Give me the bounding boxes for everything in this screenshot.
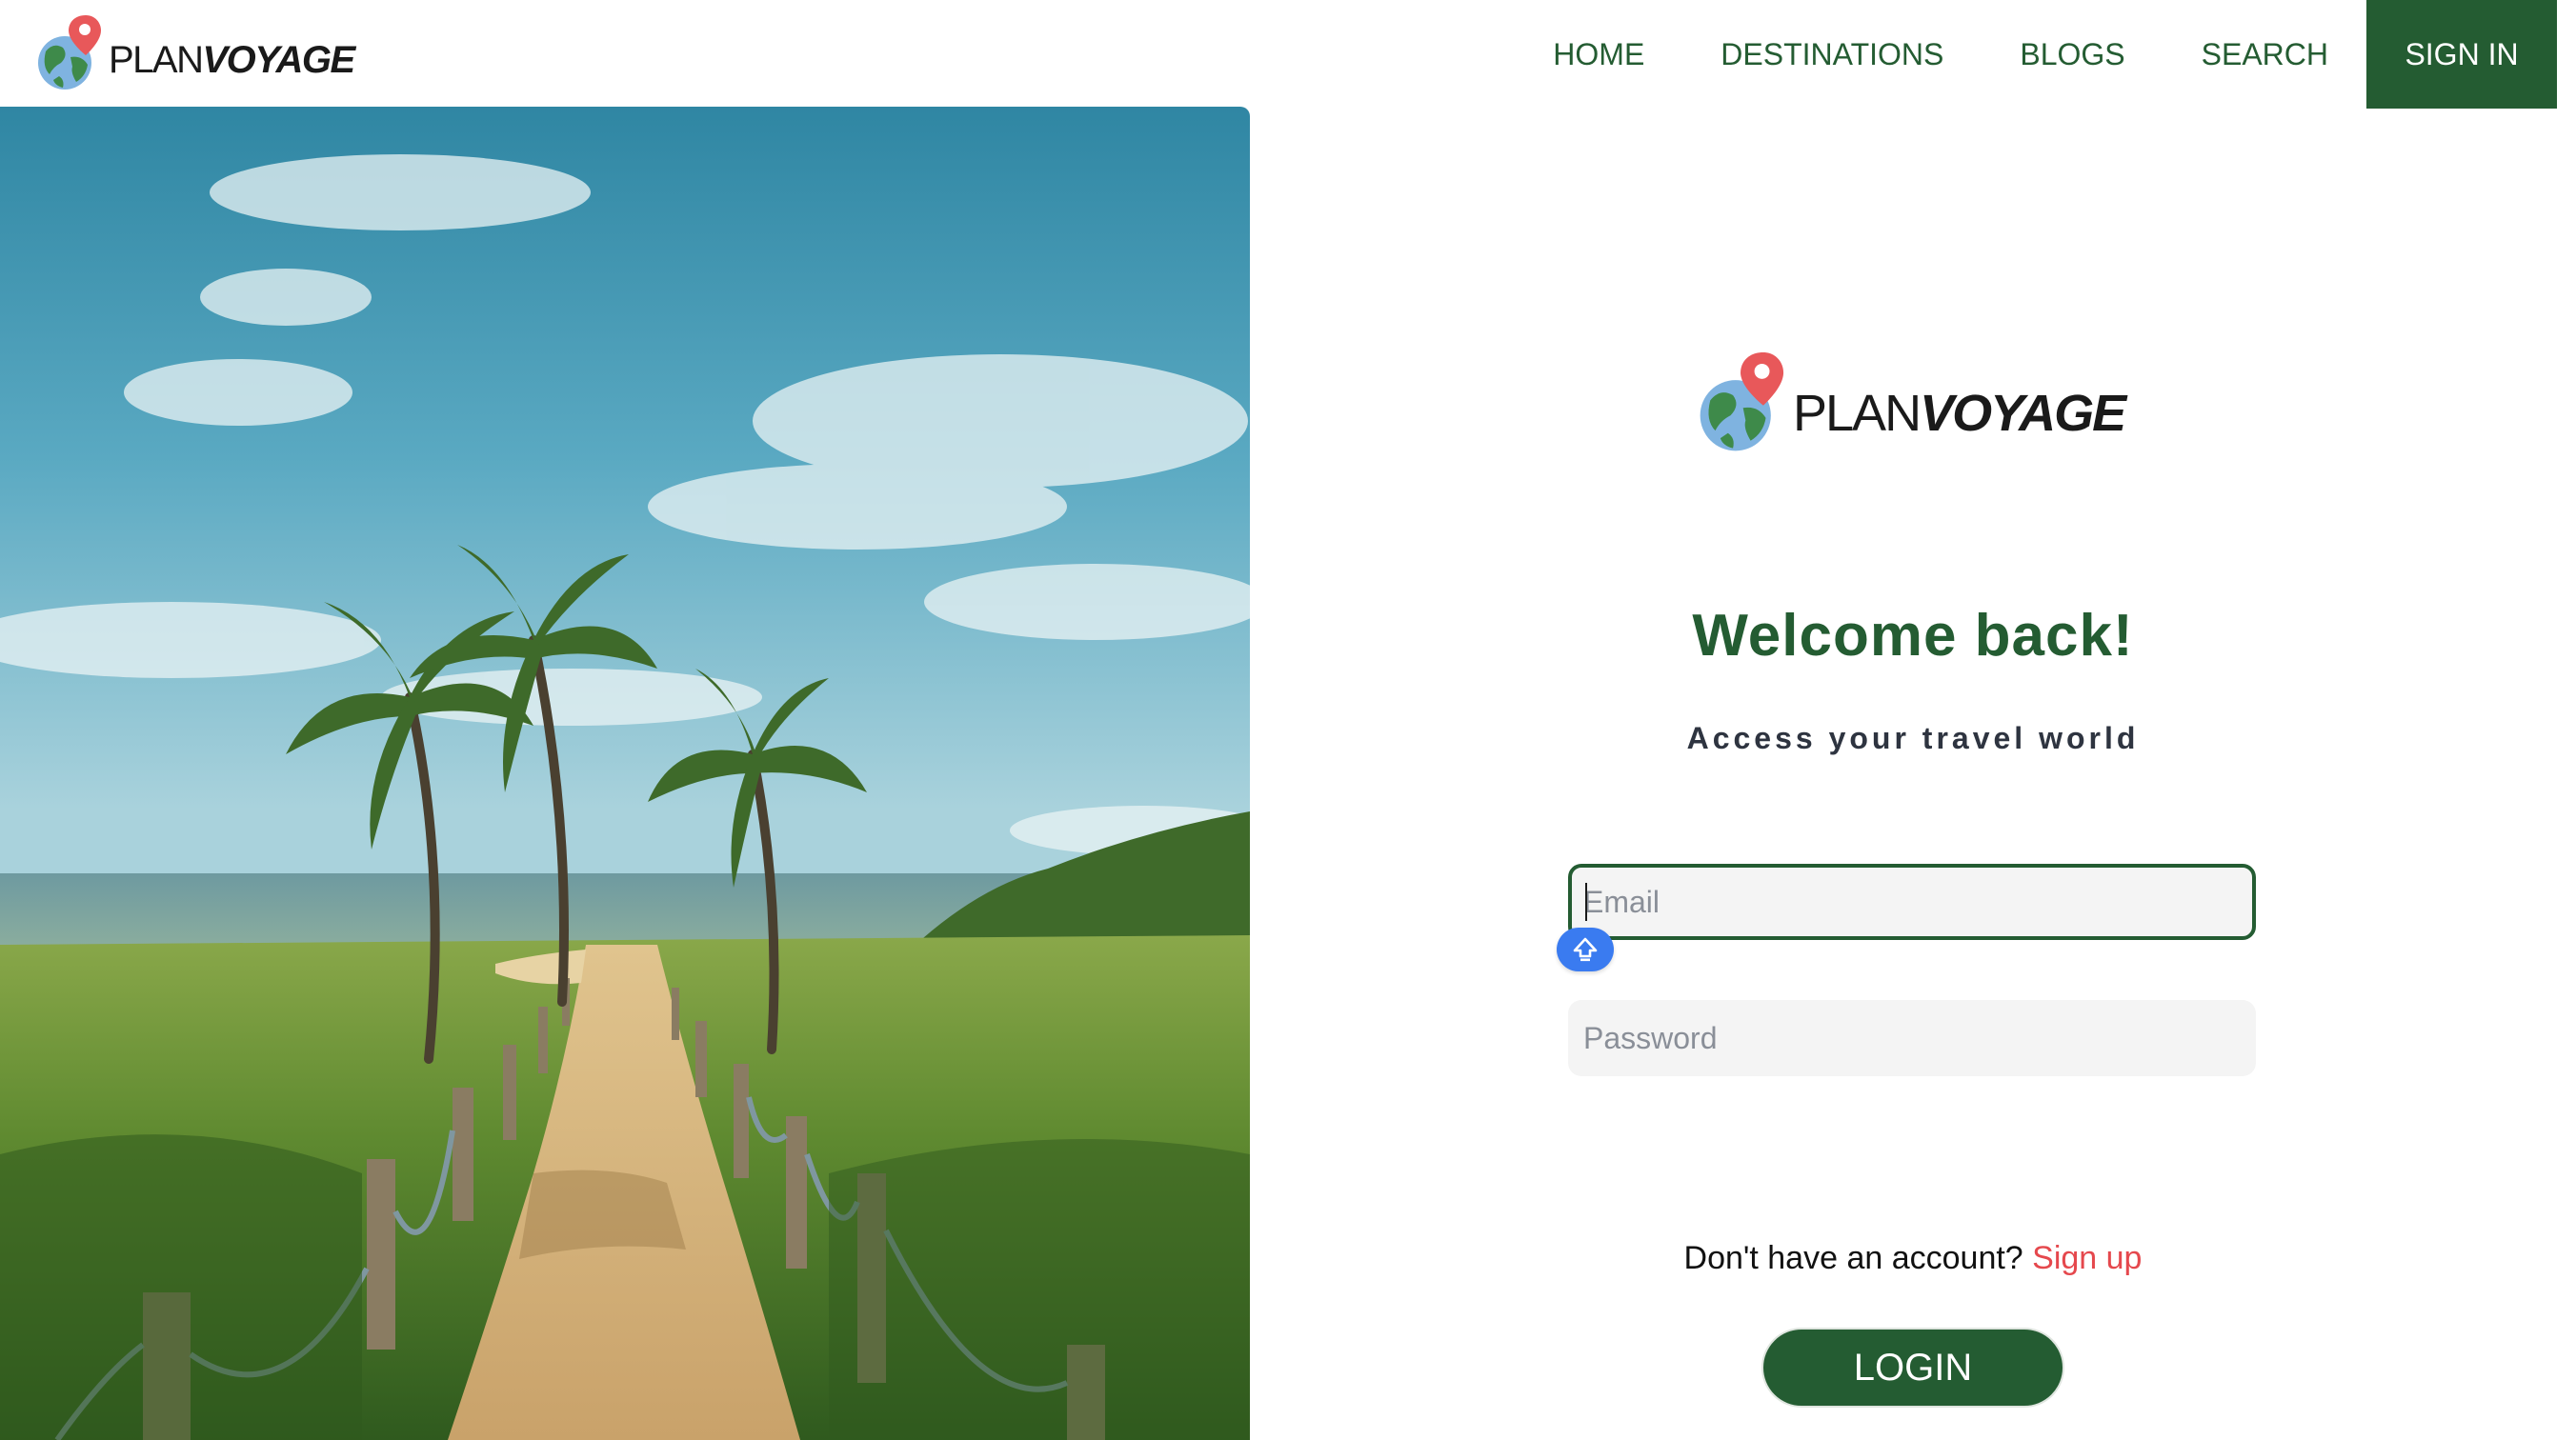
main-nav: HOME DESTINATIONS BLOGS SEARCH SIGN IN	[1553, 0, 2557, 109]
password-field[interactable]	[1568, 1000, 2256, 1076]
caps-lock-arrow-icon	[1557, 928, 1614, 971]
sign-up-link[interactable]: Sign up	[2032, 1240, 2142, 1276]
globe-map-pin-icon	[38, 15, 101, 90]
nav-sign-in-button[interactable]: SIGN IN	[2366, 0, 2557, 109]
signup-prompt: Don't have an account? Sign up	[1250, 1240, 2576, 1277]
login-brand-logo: PLANVOYAGE	[1698, 350, 2126, 456]
hero-beach-image	[0, 107, 1250, 1440]
nav-home[interactable]: HOME	[1553, 37, 1644, 72]
nav-search[interactable]: SEARCH	[2202, 37, 2328, 72]
login-panel: PLANVOYAGE Welcome back! Access your tra…	[1250, 107, 2576, 1440]
text-caret	[1585, 883, 1587, 921]
brand-wordmark: PLANVOYAGE	[109, 38, 355, 81]
nav-destinations[interactable]: DESTINATIONS	[1721, 37, 1943, 72]
beach-path-palm-trees-photo	[0, 107, 1250, 1440]
login-title: Welcome back!	[1692, 603, 2134, 669]
login-subtitle: Access your travel world	[1686, 721, 2140, 755]
login-button[interactable]: LOGIN	[1761, 1328, 2064, 1408]
no-account-text: Don't have an account?	[1683, 1240, 2023, 1276]
globe-map-pin-icon	[1700, 352, 1784, 451]
brand-logo[interactable]: PLANVOYAGE	[36, 13, 355, 93]
email-field[interactable]	[1568, 864, 2256, 940]
nav-blogs[interactable]: BLOGS	[2020, 37, 2124, 72]
top-navbar: PLANVOYAGE HOME DESTINATIONS BLOGS SEARC…	[0, 0, 2576, 109]
login-brand-wordmark: PLANVOYAGE	[1793, 385, 2126, 442]
